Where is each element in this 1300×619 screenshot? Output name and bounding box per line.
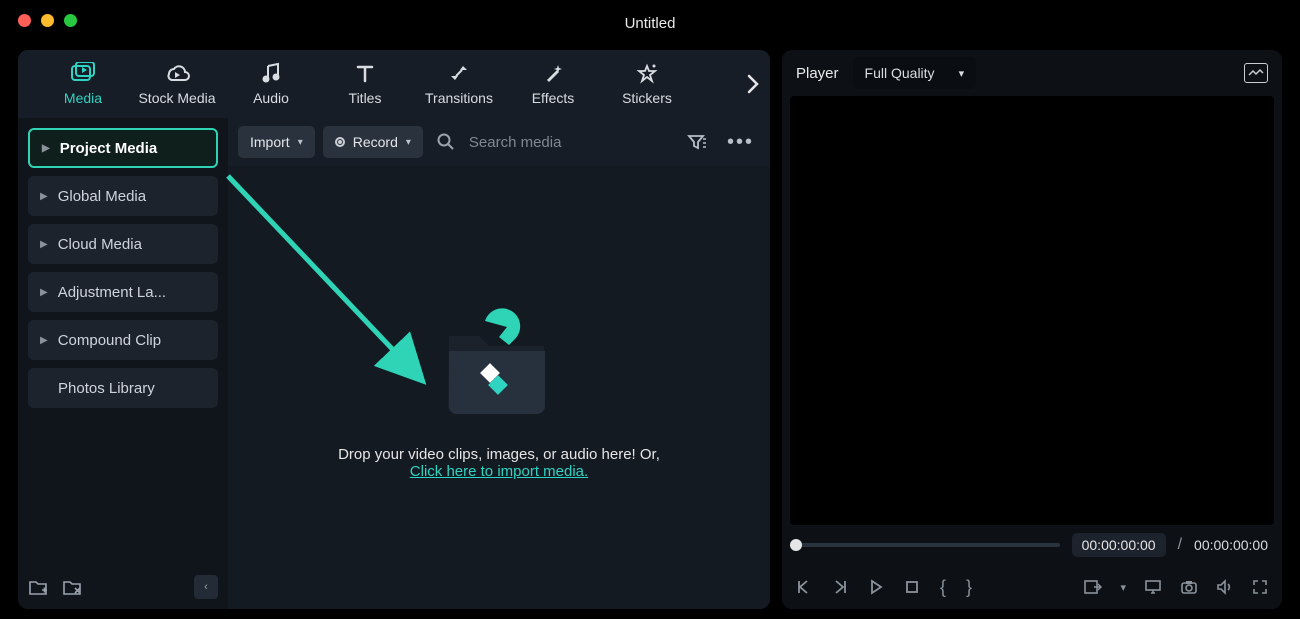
tab-label: Stickers (622, 90, 672, 106)
search-input[interactable] (469, 134, 609, 151)
tab-label: Audio (253, 90, 289, 106)
chevron-right-icon: ▶ (40, 191, 48, 202)
sidebar-item-label: Adjustment La... (58, 284, 166, 301)
timecode-duration: 00:00:00:00 (1194, 537, 1268, 553)
sidebar-item-cloud-media[interactable]: ▶ Cloud Media (28, 224, 218, 264)
maximize-dot[interactable] (64, 14, 77, 27)
media-icon (70, 62, 96, 84)
quality-value: Full Quality (865, 65, 935, 81)
window-traffic-lights (18, 14, 77, 27)
tab-label: Effects (532, 90, 575, 106)
ratio-icon[interactable] (1084, 579, 1102, 595)
chevron-down-icon: ▾ (959, 67, 965, 80)
sidebar-item-photos-library[interactable]: Photos Library (28, 368, 218, 408)
sidebar-item-label: Global Media (58, 188, 146, 205)
close-dot[interactable] (18, 14, 31, 27)
tab-transitions[interactable]: Transitions (412, 62, 506, 106)
sidebar-item-label: Project Media (60, 140, 158, 157)
media-panel: Media Stock Media Audio Ti (18, 50, 770, 609)
media-drop-zone[interactable]: Drop your video clips, images, or audio … (228, 166, 770, 609)
search-media (431, 133, 673, 151)
sidebar-item-label: Compound Clip (58, 332, 161, 349)
chevron-right-icon: ▶ (42, 143, 50, 154)
mark-in-icon[interactable]: { (940, 577, 946, 598)
stickers-icon (635, 62, 659, 84)
mark-out-icon[interactable]: } (966, 577, 972, 598)
player-timebar: 00:00:00:00 / 00:00:00:00 (782, 525, 1282, 565)
collapse-sidebar-icon[interactable]: ‹ (194, 575, 218, 599)
chevron-right-icon: ▶ (40, 239, 48, 250)
tab-audio[interactable]: Audio (224, 62, 318, 106)
top-tabs: Media Stock Media Audio Ti (18, 50, 770, 118)
import-button[interactable]: Import ▾ (238, 126, 315, 158)
delete-folder-icon[interactable] (62, 578, 82, 596)
music-note-icon (260, 62, 282, 84)
tab-label: Transitions (425, 90, 493, 106)
volume-icon[interactable] (1216, 579, 1234, 595)
tabs-scroll-right-icon[interactable] (746, 73, 760, 95)
camera-icon[interactable] (1180, 579, 1198, 595)
drop-instructions: Drop your video clips, images, or audio … (338, 446, 660, 480)
tab-label: Stock Media (138, 90, 215, 106)
timecode-separator: / (1178, 536, 1182, 554)
effects-icon (541, 62, 565, 84)
more-options-icon[interactable]: ••• (721, 131, 760, 154)
tab-effects[interactable]: Effects (506, 62, 600, 106)
player-controls: { } ▾ (782, 565, 1282, 609)
tab-stock-media[interactable]: Stock Media (130, 62, 224, 106)
media-toolbar: Import ▾ Record ▾ (228, 118, 770, 166)
fullscreen-icon[interactable] (1252, 579, 1268, 595)
media-content: Import ▾ Record ▾ (228, 118, 770, 609)
cloud-media-icon (164, 62, 190, 84)
snapshot-icon[interactable] (1244, 63, 1268, 83)
prev-frame-icon[interactable] (796, 579, 812, 595)
player-panel: Player Full Quality ▾ 00:00:00:00 / 00:0… (782, 50, 1282, 609)
tab-titles[interactable]: Titles (318, 62, 412, 106)
drop-text-line: Drop your video clips, images, or audio … (338, 446, 660, 463)
record-button[interactable]: Record ▾ (323, 126, 423, 158)
play-icon[interactable] (868, 579, 884, 595)
sidebar-item-label: Cloud Media (58, 236, 142, 253)
player-label: Player (796, 65, 839, 82)
chevron-right-icon: ▶ (40, 287, 48, 298)
quality-dropdown[interactable]: Full Quality ▾ (853, 57, 977, 89)
player-header: Player Full Quality ▾ (782, 50, 1282, 96)
chevron-down-icon: ▾ (406, 137, 411, 148)
transitions-icon (446, 62, 472, 84)
sidebar-item-adjustment-layer[interactable]: ▶ Adjustment La... (28, 272, 218, 312)
annotation-arrow (218, 166, 448, 396)
sidebar-item-project-media[interactable]: ▶ Project Media (28, 128, 218, 168)
new-folder-icon[interactable] (28, 578, 48, 596)
import-link[interactable]: Click here to import media. (410, 463, 588, 480)
tab-stickers[interactable]: Stickers (600, 62, 694, 106)
sidebar-item-compound-clip[interactable]: ▶ Compound Clip (28, 320, 218, 360)
player-preview[interactable] (790, 96, 1274, 525)
import-folder-illustration (429, 296, 569, 426)
scrub-bar[interactable] (796, 543, 1060, 547)
text-icon (354, 62, 376, 84)
record-icon (335, 137, 345, 147)
chevron-down-icon: ▾ (298, 137, 303, 148)
sidebar-item-label: Photos Library (58, 380, 155, 397)
window-title: Untitled (0, 0, 1300, 40)
minimize-dot[interactable] (41, 14, 54, 27)
chevron-down-icon[interactable]: ▾ (1120, 581, 1126, 594)
search-icon[interactable] (431, 133, 461, 151)
step-forward-icon[interactable] (832, 579, 848, 595)
tab-media[interactable]: Media (36, 62, 130, 106)
media-sidebar: ▶ Project Media ▶ Global Media ▶ Cloud M… (18, 118, 228, 609)
sidebar-item-global-media[interactable]: ▶ Global Media (28, 176, 218, 216)
chevron-right-icon: ▶ (40, 335, 48, 346)
display-icon[interactable] (1144, 579, 1162, 595)
tab-label: Titles (349, 90, 382, 106)
filter-icon[interactable] (681, 133, 713, 151)
button-label: Import (250, 134, 290, 150)
playhead[interactable] (790, 539, 802, 551)
tab-label: Media (64, 90, 102, 106)
button-label: Record (353, 134, 398, 150)
timecode-current[interactable]: 00:00:00:00 (1072, 533, 1166, 557)
stop-icon[interactable] (904, 579, 920, 595)
